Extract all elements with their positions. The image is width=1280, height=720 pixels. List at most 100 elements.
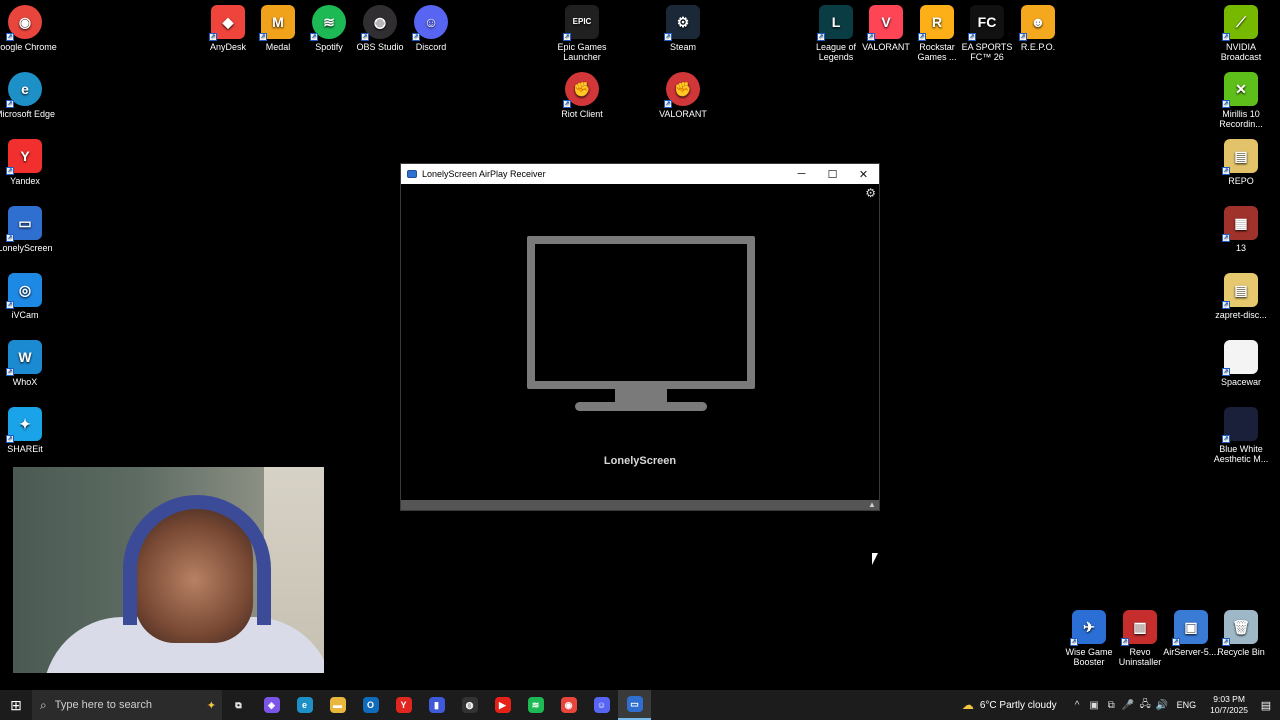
app-icon: ◉ ↗ bbox=[6, 5, 42, 41]
window-titlebar[interactable]: LonelyScreen AirPlay Receiver ─ ☐ ✕ bbox=[401, 164, 879, 184]
app-icon: 🗑 ↗ bbox=[1222, 610, 1258, 646]
tray-window-icon[interactable]: ⧉ bbox=[1103, 700, 1119, 711]
taskbar-app-file-explorer[interactable]: ▬ bbox=[321, 690, 354, 720]
desktop-icon[interactable]: Y ↗ Yandex bbox=[0, 139, 58, 186]
desktop-icon-label: LonelyScreen bbox=[0, 243, 53, 253]
taskbar-app-chrome[interactable]: ◉ bbox=[552, 690, 585, 720]
webcam-headphones bbox=[123, 495, 271, 625]
app-icon: ↗ bbox=[1222, 407, 1258, 443]
taskbar-app-chart-app[interactable]: ▮ bbox=[420, 690, 453, 720]
desktop-icon[interactable]: ▦ ↗ 13 bbox=[1208, 206, 1274, 253]
taskbar-app-edge[interactable]: e bbox=[288, 690, 321, 720]
taskbar-app-lonelyscreen[interactable]: ▭ bbox=[618, 690, 651, 720]
taskbar-app-outlook[interactable]: O bbox=[354, 690, 387, 720]
desktop-icon[interactable]: ▭ ↗ LonelyScreen bbox=[0, 206, 58, 253]
desktop-icon[interactable]: ⟋ ↗ NVIDIA Broadcast bbox=[1208, 5, 1274, 62]
minimize-button[interactable]: ─ bbox=[786, 164, 817, 184]
scroll-up-arrow-icon[interactable]: ▲ bbox=[867, 500, 877, 510]
network-icon[interactable]: 🖧 bbox=[1137, 697, 1153, 714]
weather-widget[interactable]: ☁ 6°C Partly cloudy bbox=[962, 698, 1057, 712]
desktop-icon[interactable]: W ↗ WhoX bbox=[0, 340, 58, 387]
horizontal-scrollbar[interactable]: ▲ bbox=[401, 500, 879, 510]
search-icon: ⌕ bbox=[40, 697, 47, 712]
app-icon: V ↗ bbox=[867, 5, 903, 41]
desktop-icon-label: Blue White Aesthetic M... bbox=[1213, 444, 1269, 464]
search-highlight-icon[interactable]: ✦ bbox=[207, 699, 216, 712]
desktop-icon-label: Recycle Bin bbox=[1217, 647, 1265, 657]
desktop-icon-label: VALORANT bbox=[659, 109, 707, 119]
webcam-preview bbox=[13, 467, 324, 673]
app-icon: ▦ ↗ bbox=[1222, 206, 1258, 242]
shortcut-arrow-icon: ↗ bbox=[563, 33, 571, 41]
taskbar-app-spotify[interactable]: ≋ bbox=[519, 690, 552, 720]
notification-center-icon[interactable]: ▤ bbox=[1256, 699, 1276, 712]
app-icon: ≋ ↗ bbox=[310, 5, 346, 41]
taskbar-app-discord[interactable]: ☺ bbox=[585, 690, 618, 720]
shortcut-arrow-icon: ↗ bbox=[412, 33, 420, 41]
desktop-icon[interactable]: ↗ Blue White Aesthetic M... bbox=[1208, 407, 1274, 464]
desktop-icon[interactable]: ✦ ↗ SHAREit bbox=[0, 407, 58, 454]
start-button[interactable]: ⊞ bbox=[0, 690, 32, 720]
mouse-cursor-icon bbox=[872, 553, 878, 565]
show-hidden-icons-chevron-icon[interactable]: ^ bbox=[1069, 700, 1085, 711]
desktop-icon[interactable]: EPIC ↗ Epic Games Launcher bbox=[549, 5, 615, 62]
desktop-icon[interactable]: ✊ ↗ VALORANT bbox=[650, 72, 716, 119]
language-indicator[interactable]: ENG bbox=[1177, 700, 1197, 710]
desktop-icon-label: REPO bbox=[1228, 176, 1254, 186]
app-icon: ⟋ ↗ bbox=[1222, 5, 1258, 41]
shortcut-arrow-icon: ↗ bbox=[1222, 435, 1230, 443]
desktop-icon[interactable]: ◎ ↗ iVCam bbox=[0, 273, 58, 320]
system-tray: ☁ 6°C Partly cloudy ^ ▣ ⧉ 🎤 🖧 🔊 ENG 9:03… bbox=[962, 690, 1280, 720]
spotify-icon: ≋ bbox=[527, 697, 544, 713]
app-icon: ✕ ↗ bbox=[1222, 72, 1258, 108]
taskbar-app-yandex[interactable]: Y bbox=[387, 690, 420, 720]
search-placeholder: Type here to search bbox=[54, 699, 152, 711]
shortcut-arrow-icon: ↗ bbox=[664, 33, 672, 41]
desktop-icon[interactable]: ☺ ↗ Discord bbox=[398, 5, 464, 52]
app-icon: ✊ ↗ bbox=[664, 72, 700, 108]
desktop-icon[interactable]: ☻ ↗ R.E.P.O. bbox=[1005, 5, 1071, 52]
desktop-icon[interactable]: e ↗ Microsoft Edge bbox=[0, 72, 58, 119]
shortcut-arrow-icon: ↗ bbox=[361, 33, 369, 41]
desktop-icon[interactable]: 🗑 ↗ Recycle Bin bbox=[1208, 610, 1274, 657]
taskbar-app-youtube[interactable]: ▶ bbox=[486, 690, 519, 720]
microphone-icon[interactable]: 🎤 bbox=[1120, 700, 1136, 711]
chrome-icon: ◉ bbox=[560, 697, 577, 713]
clock[interactable]: 9:03 PM 10/7/2025 bbox=[1210, 694, 1248, 716]
shortcut-arrow-icon: ↗ bbox=[1070, 638, 1078, 646]
desktop-icon[interactable]: ↗ Spacewar bbox=[1208, 340, 1274, 387]
shortcut-arrow-icon: ↗ bbox=[918, 33, 926, 41]
volume-icon[interactable]: 🔊 bbox=[1154, 700, 1170, 711]
taskbar-app-task-view[interactable]: ⧉ bbox=[222, 690, 255, 720]
shortcut-arrow-icon: ↗ bbox=[6, 167, 14, 175]
shortcut-arrow-icon: ↗ bbox=[563, 100, 571, 108]
desktop-icon[interactable]: ◉↗Google Chrome bbox=[0, 5, 58, 52]
desktop-icon[interactable]: ⚙ ↗ Steam bbox=[650, 5, 716, 52]
app-icon: ▤ ↗ bbox=[1222, 139, 1258, 175]
weather-text: 6°C Partly cloudy bbox=[979, 699, 1057, 711]
desktop-icon[interactable]: ✊ ↗ Riot Client bbox=[549, 72, 615, 119]
maximize-button[interactable]: ☐ bbox=[817, 164, 848, 184]
taskbar-app-copilot[interactable]: ◈ bbox=[255, 690, 288, 720]
taskbar-search-box[interactable]: ⌕ Type here to search ✦ bbox=[32, 690, 222, 720]
monitor-stand-base bbox=[575, 402, 707, 411]
lonelyscreen-icon: ▭ bbox=[626, 696, 643, 712]
desktop-icon[interactable]: ▤ ↗ zapret-disc... bbox=[1208, 273, 1274, 320]
taskbar-app-obs[interactable]: ◍ bbox=[453, 690, 486, 720]
obs-icon: ◍ bbox=[461, 697, 478, 713]
settings-gear-icon[interactable]: ⚙ bbox=[865, 186, 876, 200]
taskbar: ⊞ ⌕ Type here to search ✦ ⧉ ◈ e ▬ O Y ▮ ◍ ▶ ≋ ◉ ☺ ▭ … bbox=[0, 690, 1280, 720]
desktop-icon[interactable]: ▤ ↗ REPO bbox=[1208, 139, 1274, 186]
lonelyscreen-window[interactable]: LonelyScreen AirPlay Receiver ─ ☐ ✕ ⚙ Lo… bbox=[400, 163, 880, 511]
monitor-illustration-icon bbox=[527, 236, 755, 389]
app-icon: ↗ bbox=[1222, 340, 1258, 376]
app-icon: W ↗ bbox=[6, 340, 42, 376]
desktop-icon-label: Discord bbox=[415, 42, 447, 52]
app-icon: ▤ ↗ bbox=[1222, 273, 1258, 309]
close-button[interactable]: ✕ bbox=[848, 164, 879, 184]
shortcut-arrow-icon: ↗ bbox=[6, 100, 14, 108]
desktop-icon[interactable]: ✕ ↗ Mirillis 10 Recordin... bbox=[1208, 72, 1274, 129]
tray-app-icon[interactable]: ▣ bbox=[1086, 700, 1102, 711]
shortcut-arrow-icon: ↗ bbox=[310, 33, 318, 41]
app-icon: M ↗ bbox=[259, 5, 295, 41]
